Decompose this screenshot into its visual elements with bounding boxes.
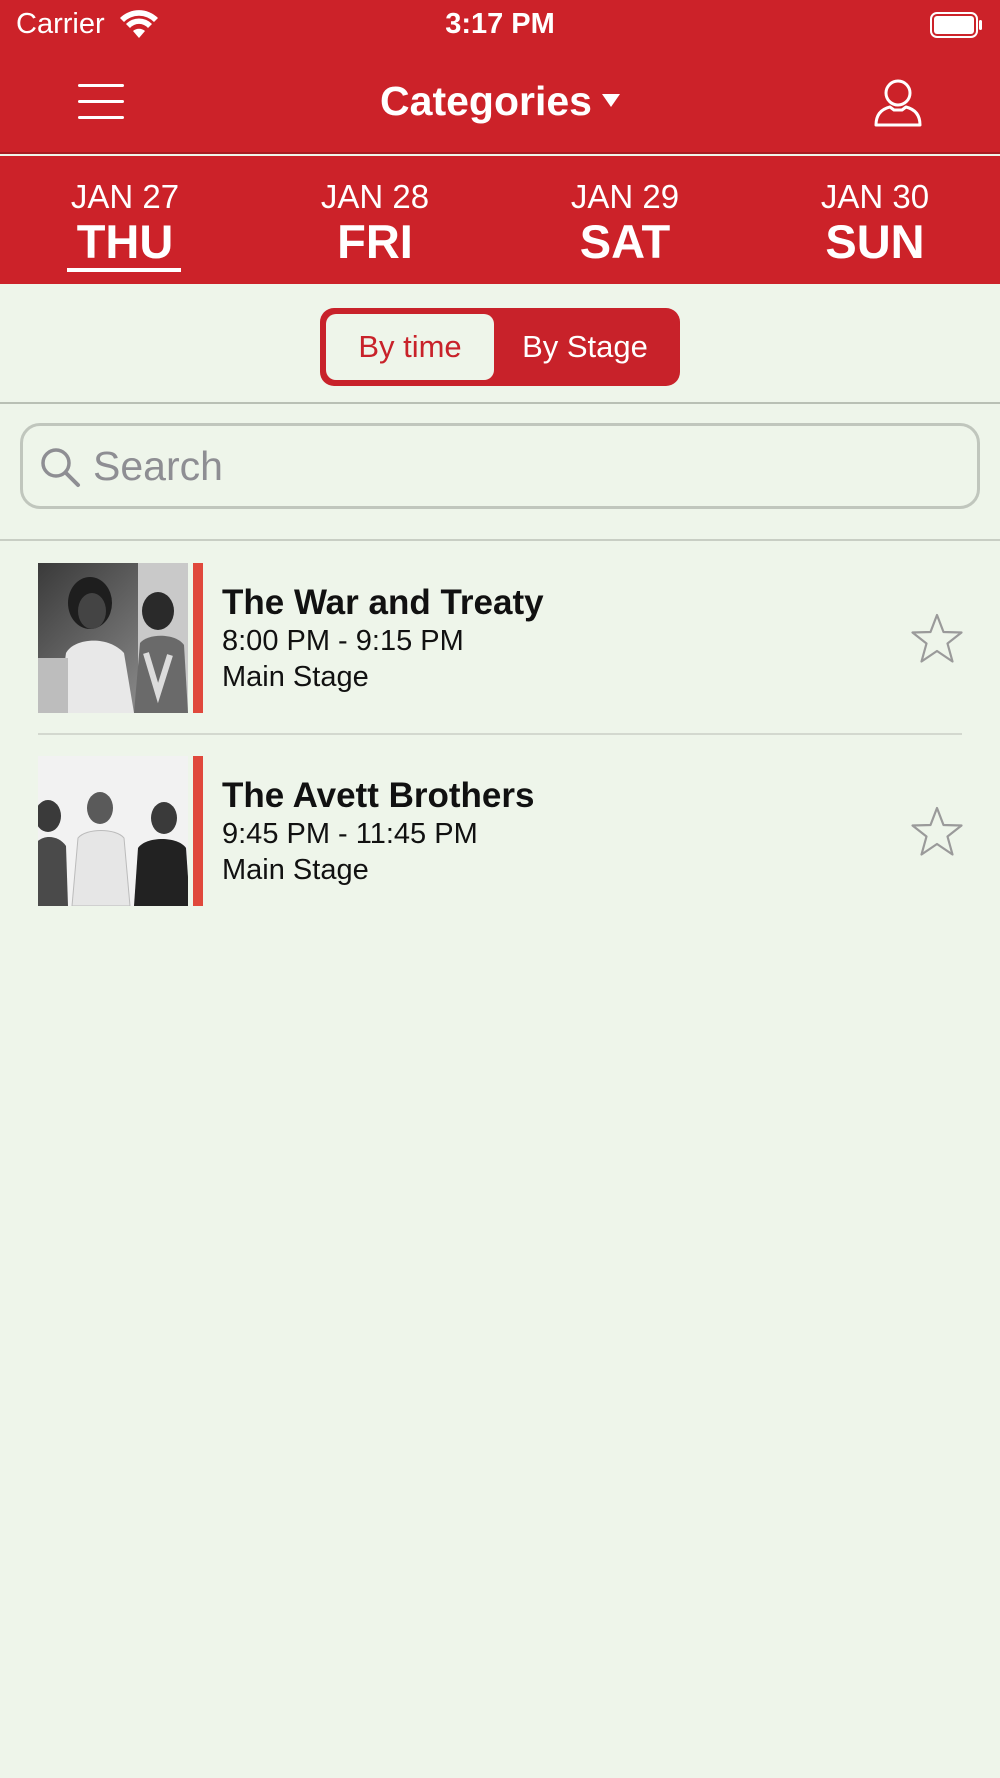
- day-date: JAN 29: [570, 178, 680, 215]
- status-time: 3:17 PM: [445, 8, 555, 40]
- app-screen: Carrier 3:17 PM Categories JAN 27 THU JA…: [0, 0, 1000, 1778]
- search-icon: [41, 448, 80, 487]
- by-stage-segment[interactable]: By Stage: [496, 314, 674, 380]
- day-name: SAT: [579, 215, 671, 268]
- day-tab-sun[interactable]: JAN 30 SUN: [750, 156, 1000, 284]
- day-tab-fri[interactable]: JAN 28 FRI: [250, 156, 500, 284]
- day-date: JAN 28: [320, 178, 430, 215]
- by-time-segment[interactable]: By time: [326, 314, 494, 380]
- day-name: THU: [76, 215, 174, 268]
- list-divider: [38, 733, 962, 735]
- event-time: 8:00 PM - 9:15 PM: [222, 625, 464, 657]
- event-title: The War and Treaty: [222, 583, 544, 622]
- event-title: The Avett Brothers: [222, 776, 535, 815]
- categories-dropdown[interactable]: Categories: [0, 78, 1000, 125]
- divider: [0, 402, 1000, 404]
- divider: [0, 539, 1000, 541]
- day-tab-thu[interactable]: JAN 27 THU: [0, 156, 250, 284]
- event-row[interactable]: The War and Treaty 8:00 PM - 9:15 PM Mai…: [0, 563, 1000, 713]
- favorite-star-icon[interactable]: [910, 613, 964, 665]
- day-name: FRI: [337, 215, 413, 268]
- day-tab-sat[interactable]: JAN 29 SAT: [500, 156, 750, 284]
- view-mode-toggle: By time By Stage: [320, 308, 680, 386]
- nav-title-label: Categories: [380, 78, 592, 124]
- event-time: 9:45 PM - 11:45 PM: [222, 818, 478, 850]
- event-accent-bar: [193, 563, 203, 713]
- event-stage: Main Stage: [222, 661, 369, 693]
- event-photo-icon: [38, 563, 188, 713]
- day-date: JAN 27: [70, 178, 180, 215]
- search-bar: [20, 423, 980, 509]
- day-date: JAN 30: [820, 178, 930, 215]
- event-accent-bar: [193, 756, 203, 906]
- event-thumbnail: [38, 756, 188, 906]
- nav-bar: Categories: [0, 50, 1000, 154]
- event-stage: Main Stage: [222, 854, 369, 886]
- event-photo-icon: [38, 756, 188, 906]
- favorite-star-icon[interactable]: [910, 806, 964, 858]
- selected-day-indicator: [67, 268, 181, 272]
- caret-down-icon: [601, 94, 620, 107]
- status-bar: Carrier 3:17 PM: [0, 0, 1000, 50]
- user-profile-icon[interactable]: [872, 76, 924, 128]
- day-tabs: JAN 27 THU JAN 28 FRI JAN 29 SAT JAN 30 …: [0, 156, 1000, 284]
- battery-icon: [930, 12, 982, 38]
- search-input[interactable]: [93, 436, 953, 496]
- event-row[interactable]: The Avett Brothers 9:45 PM - 11:45 PM Ma…: [0, 756, 1000, 906]
- day-name: SUN: [825, 215, 925, 268]
- event-thumbnail: [38, 563, 188, 713]
